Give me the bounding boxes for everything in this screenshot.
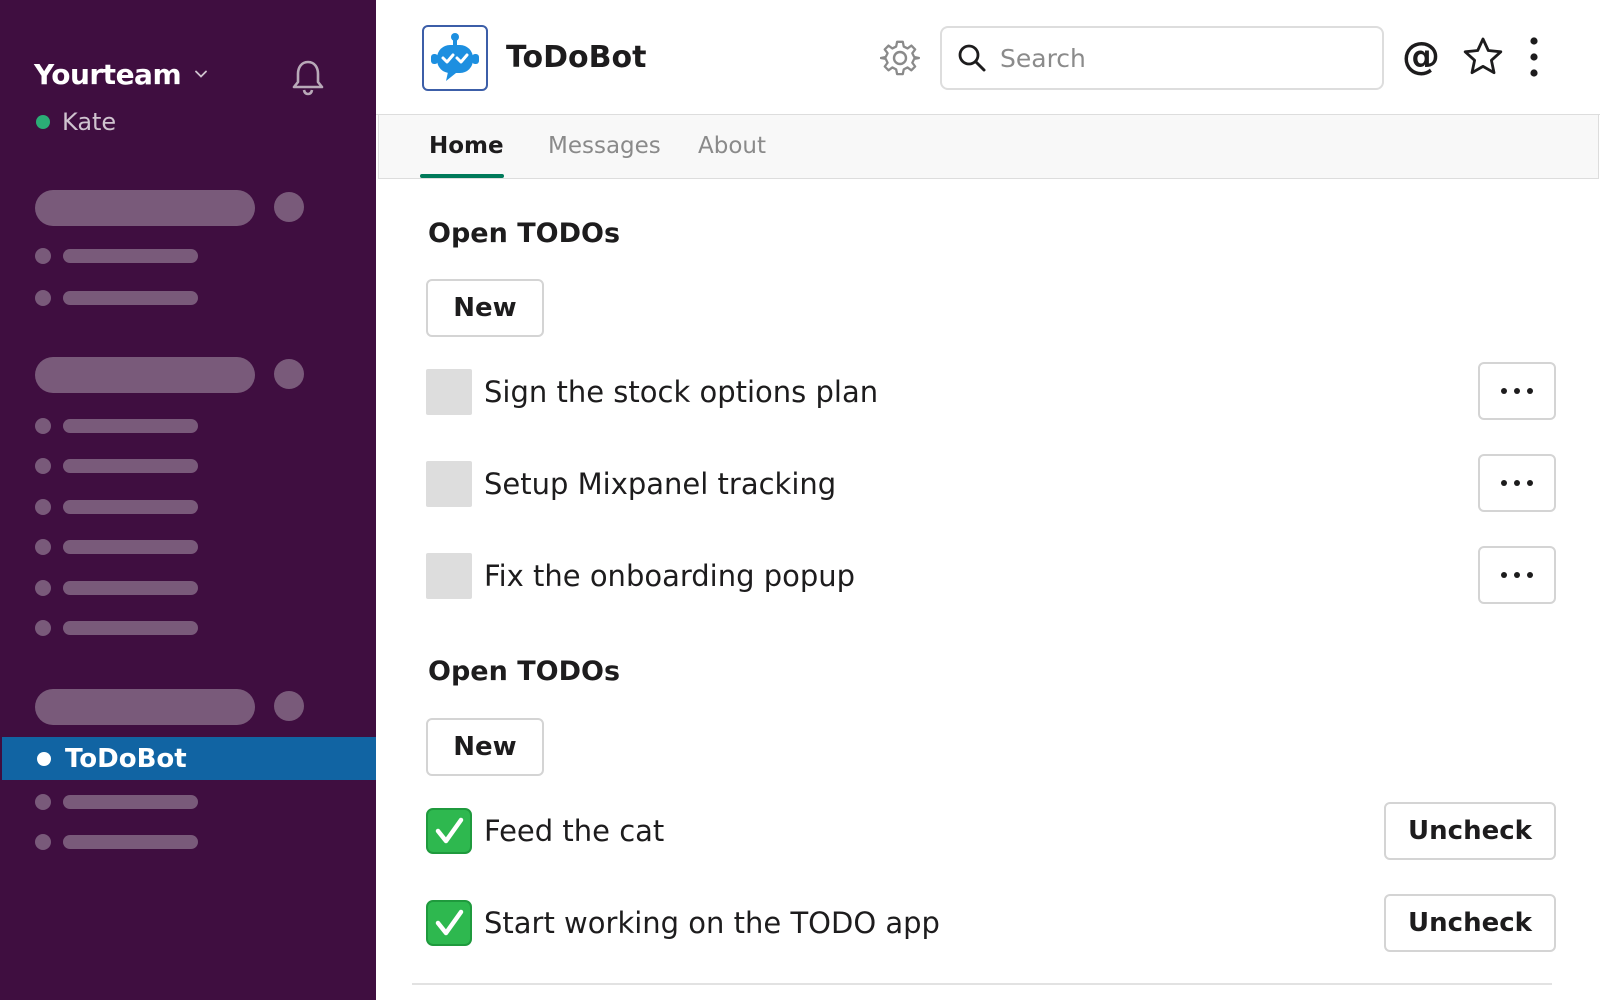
team-name[interactable]: Yourteam (34, 58, 182, 91)
todo-item: Feed the cat (426, 808, 664, 854)
uncheck-button[interactable]: Uncheck (1384, 802, 1556, 860)
tab-bar: Home Messages About (378, 114, 1599, 179)
new-todo-button[interactable]: New (426, 718, 544, 776)
skeleton-channel-item (35, 497, 198, 517)
tab-home[interactable]: Home (429, 133, 504, 159)
mentions-icon[interactable]: @ (1402, 36, 1440, 76)
todo-text: Start working on the TODO app (484, 906, 940, 940)
skeleton-channel-item (35, 792, 198, 812)
user-name: Kate (62, 108, 117, 136)
search-input[interactable] (998, 42, 1362, 74)
app-avatar[interactable] (422, 25, 488, 91)
skeleton-channel-item (35, 618, 198, 638)
skeleton-add-circle (274, 192, 304, 222)
sidebar: Yourteam Kate ToDoBot (0, 0, 376, 1000)
skeleton-channel-item (35, 832, 198, 852)
more-actions-button[interactable] (1478, 546, 1556, 604)
todo-checkbox[interactable] (426, 369, 472, 415)
search-icon (958, 44, 986, 72)
active-tab-indicator (420, 174, 504, 178)
more-actions-button[interactable] (1478, 362, 1556, 420)
sidebar-item-todobot[interactable]: ToDoBot (2, 737, 376, 780)
todo-checkbox[interactable] (426, 461, 472, 507)
tab-messages[interactable]: Messages (548, 133, 661, 159)
skeleton-channel-item (35, 578, 198, 598)
tab-about[interactable]: About (698, 133, 766, 159)
gear-icon[interactable] (880, 38, 920, 78)
section-title: Open TODOs (428, 656, 621, 687)
skeleton-add-circle (274, 691, 304, 721)
more-vertical-icon[interactable] (1524, 36, 1544, 78)
ellipsis-icon (1501, 572, 1533, 578)
todo-item: Start working on the TODO app (426, 900, 940, 946)
skeleton-channel-item (35, 416, 198, 436)
app-header: ToDoBot @ (376, 0, 1600, 115)
presence-indicator (37, 751, 51, 766)
skeleton-channel-item (35, 537, 198, 557)
skeleton-section-header (35, 190, 255, 226)
app-title: ToDoBot (506, 40, 647, 75)
robot-icon (431, 33, 479, 81)
divider (412, 983, 1552, 985)
section-title: Open TODOs (428, 218, 621, 249)
check-mark-icon[interactable] (426, 808, 472, 854)
more-actions-button[interactable] (1478, 454, 1556, 512)
uncheck-button[interactable]: Uncheck (1384, 894, 1556, 952)
search-box[interactable] (940, 26, 1384, 90)
todo-text: Sign the stock options plan (484, 375, 879, 409)
todo-text: Fix the onboarding popup (484, 559, 856, 593)
presence-indicator (36, 115, 50, 129)
skeleton-section-header (35, 689, 255, 725)
skeleton-add-circle (274, 359, 304, 389)
skeleton-channel-item (35, 456, 198, 476)
skeleton-section-header (35, 357, 255, 393)
todo-text: Feed the cat (484, 814, 665, 848)
skeleton-channel-item (35, 246, 198, 266)
todo-item: Fix the onboarding popup (426, 553, 855, 599)
ellipsis-icon (1501, 480, 1533, 486)
check-mark-icon[interactable] (426, 900, 472, 946)
chevron-down-icon[interactable] (195, 68, 208, 80)
ellipsis-icon (1501, 388, 1533, 394)
bell-icon[interactable] (290, 58, 326, 96)
star-icon[interactable] (1462, 36, 1504, 78)
new-todo-button[interactable]: New (426, 279, 544, 337)
team-switcher[interactable]: Yourteam (34, 54, 208, 94)
todo-item: Sign the stock options plan (426, 369, 878, 415)
todo-text: Setup Mixpanel tracking (484, 467, 837, 501)
skeleton-channel-item (35, 288, 198, 308)
sidebar-item-label: ToDoBot (65, 743, 187, 774)
current-user[interactable]: Kate (36, 108, 116, 136)
todo-checkbox[interactable] (426, 553, 472, 599)
todo-item: Setup Mixpanel tracking (426, 461, 836, 507)
